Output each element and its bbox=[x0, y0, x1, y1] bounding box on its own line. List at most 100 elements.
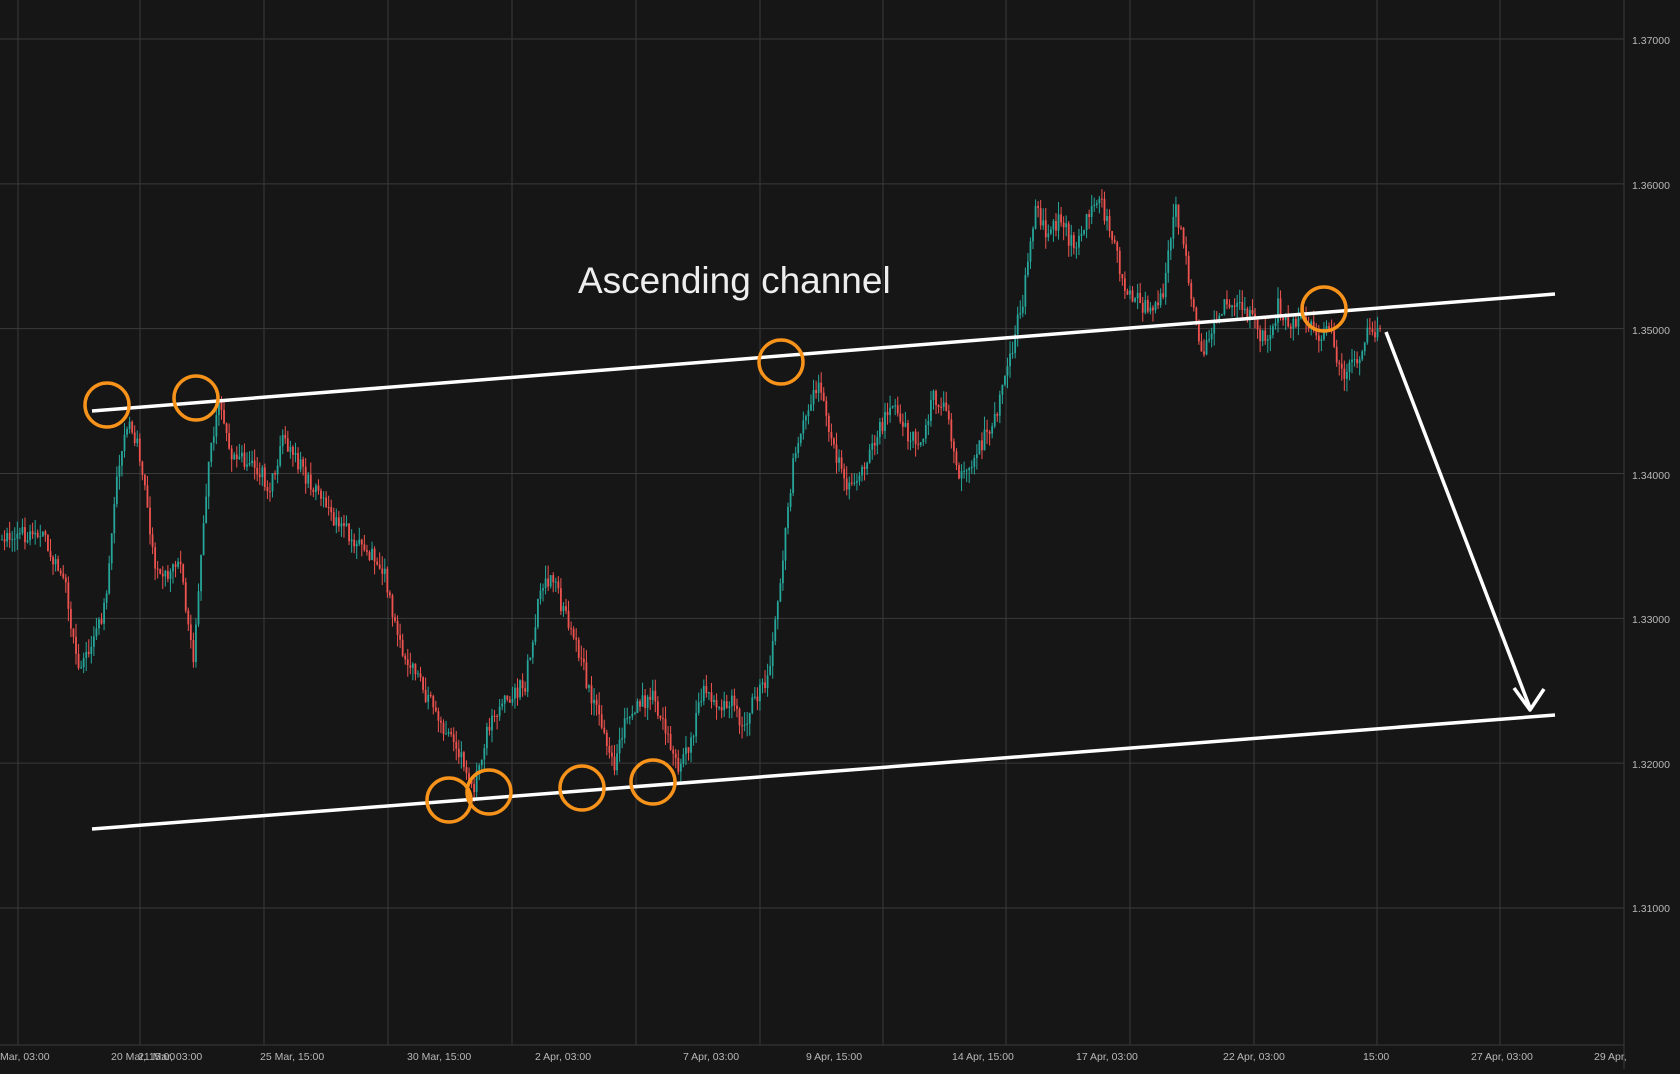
candle-body bbox=[371, 548, 373, 560]
time-tick-label: Mar, 03:00 bbox=[0, 1051, 50, 1063]
candle-body bbox=[274, 473, 276, 475]
candle-body bbox=[1162, 293, 1165, 298]
candle-body bbox=[529, 657, 532, 661]
candle-body bbox=[524, 688, 527, 692]
candle-body bbox=[182, 564, 185, 583]
candle-body bbox=[812, 390, 815, 405]
candle-body bbox=[292, 446, 294, 455]
candle-body bbox=[465, 767, 468, 774]
candle-body bbox=[1259, 329, 1262, 342]
candle-body bbox=[394, 617, 396, 621]
candle bbox=[774, 616, 777, 646]
candle-body bbox=[988, 431, 991, 434]
candle-body bbox=[16, 533, 19, 539]
candle-body bbox=[958, 465, 960, 479]
candle-body bbox=[498, 706, 501, 717]
candle-body bbox=[263, 467, 266, 487]
candle-body bbox=[1238, 301, 1241, 304]
candle bbox=[195, 618, 197, 668]
candle-body bbox=[789, 493, 792, 507]
time-tick-label: 30 Mar, 15:00 bbox=[407, 1051, 471, 1063]
candle-body bbox=[13, 538, 16, 540]
candle-body bbox=[337, 517, 340, 527]
candle-body bbox=[3, 539, 6, 542]
candle-body bbox=[325, 497, 328, 508]
candle-body bbox=[1210, 333, 1213, 340]
candle-body bbox=[77, 653, 80, 669]
candle-body bbox=[618, 739, 621, 754]
candle-body bbox=[1037, 205, 1040, 209]
candle-body bbox=[631, 713, 634, 717]
candle-body bbox=[1101, 198, 1103, 200]
candle-body bbox=[521, 680, 524, 689]
candle-body bbox=[937, 405, 940, 407]
candle-body bbox=[1027, 261, 1029, 276]
candle bbox=[1223, 299, 1226, 316]
candle-body bbox=[128, 421, 131, 429]
candle-body bbox=[434, 707, 437, 712]
candle-body bbox=[889, 407, 891, 416]
candle-body bbox=[651, 690, 654, 700]
candle-body bbox=[565, 606, 567, 611]
candle-body bbox=[1131, 290, 1134, 302]
candle-body bbox=[1139, 292, 1142, 303]
candle bbox=[368, 550, 371, 562]
candle-body bbox=[817, 382, 820, 394]
candle-body bbox=[557, 581, 560, 589]
candle-body bbox=[1113, 239, 1116, 243]
candle-body bbox=[429, 694, 432, 697]
candle-body bbox=[49, 551, 52, 557]
candle-body bbox=[554, 581, 557, 583]
candle bbox=[182, 563, 185, 585]
candle-body bbox=[355, 543, 358, 547]
candle-body bbox=[1001, 384, 1004, 395]
candle-body bbox=[1325, 326, 1328, 329]
candle-body bbox=[251, 460, 253, 464]
candle-body bbox=[463, 752, 465, 768]
candle-body bbox=[1049, 229, 1052, 234]
candle bbox=[978, 440, 981, 455]
candle-body bbox=[478, 765, 481, 771]
candle-body bbox=[1098, 198, 1101, 204]
candle-body bbox=[822, 392, 825, 401]
candle-body bbox=[197, 591, 200, 625]
candle-body bbox=[1282, 317, 1285, 321]
candle-body bbox=[787, 506, 789, 529]
candle-body bbox=[1062, 222, 1065, 228]
candle-body bbox=[202, 523, 205, 556]
candle-body bbox=[179, 561, 182, 565]
candle-body bbox=[1180, 227, 1182, 229]
candle-body bbox=[1157, 302, 1159, 306]
candle-body bbox=[1090, 205, 1093, 218]
candle-body bbox=[1241, 301, 1244, 311]
candle-body bbox=[702, 685, 705, 701]
candle-body bbox=[965, 470, 968, 472]
candle-body bbox=[70, 608, 72, 629]
candle-body bbox=[115, 476, 118, 505]
candle-body bbox=[411, 663, 414, 668]
channel-annotation: Ascending channel bbox=[578, 260, 891, 301]
candle-body bbox=[1042, 220, 1045, 226]
candle-body bbox=[804, 416, 807, 421]
candle-body bbox=[955, 451, 958, 466]
candle-body bbox=[399, 635, 402, 640]
candle-body bbox=[611, 752, 613, 757]
candle-body bbox=[138, 438, 141, 462]
candle-body bbox=[248, 463, 251, 465]
candle-body bbox=[1251, 310, 1254, 314]
candle-body bbox=[383, 568, 386, 574]
candle-body bbox=[626, 718, 629, 720]
candle-body bbox=[871, 443, 874, 450]
candle-body bbox=[1205, 340, 1208, 355]
candle-body bbox=[1182, 227, 1185, 245]
candle-body bbox=[1187, 255, 1190, 283]
candle-body bbox=[644, 695, 647, 709]
candle-body bbox=[233, 454, 236, 460]
candle-body bbox=[307, 474, 310, 484]
candle-body bbox=[1177, 204, 1180, 228]
candle-body bbox=[1223, 299, 1226, 315]
candle-body bbox=[968, 468, 971, 471]
candle-body bbox=[230, 448, 233, 460]
candle-body bbox=[90, 646, 93, 654]
candle-body bbox=[169, 571, 172, 579]
